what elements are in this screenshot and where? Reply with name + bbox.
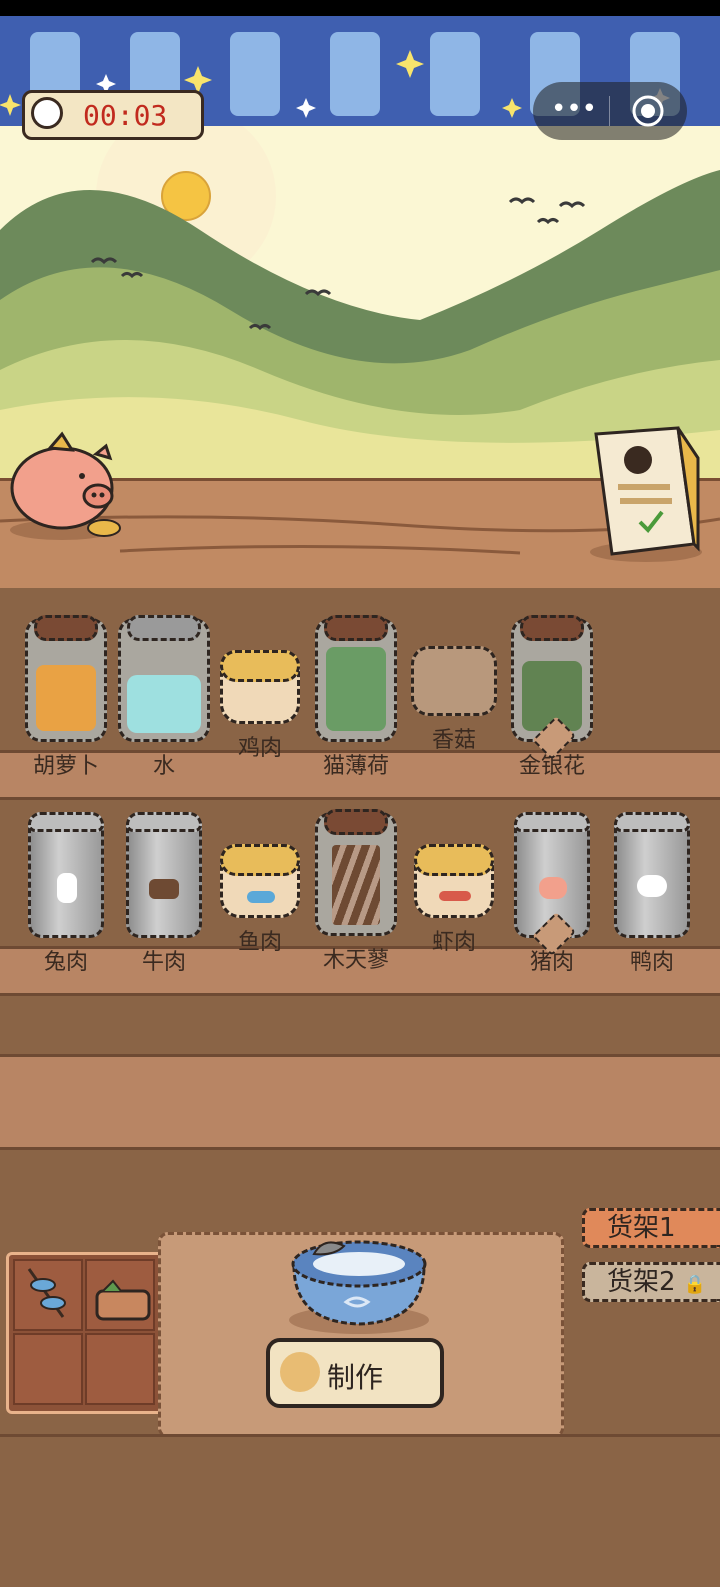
ingredient-label: 水: [152, 754, 175, 779]
ingredient-label: 鸡肉: [237, 736, 282, 761]
ingredient-tray[interactable]: [6, 1252, 164, 1414]
ingredient-label: 兔肉: [43, 950, 88, 975]
tab-shelf-2[interactable]: 货架2 🔒: [582, 1262, 720, 1302]
mini-program-capsule: •••: [533, 82, 687, 140]
ingredient-carrot[interactable]: 胡萝卜: [18, 615, 114, 780]
ingredient-honeysuckle[interactable]: 金银花: [504, 615, 600, 780]
ingredient-label: 鱼肉: [237, 930, 282, 955]
ingredient-duck[interactable]: 鸭肉: [604, 812, 700, 976]
tofu-icon: [93, 1277, 153, 1325]
ingredient-mushroom[interactable]: 香菇: [406, 618, 502, 754]
pork-can-icon: [514, 812, 590, 956]
ingredient-rabbit[interactable]: 兔肉: [18, 812, 114, 976]
duck-can-icon: [614, 812, 690, 938]
fish-tin-icon: [220, 844, 300, 918]
make-button-label: 制作: [326, 1361, 383, 1394]
rabbit-can-icon: [28, 812, 104, 938]
catnip-jar-icon: [315, 615, 397, 742]
timer-value: 00:03: [83, 99, 168, 132]
ingredient-label: 虾肉: [431, 930, 476, 955]
status-bar: [0, 0, 720, 16]
ingredient-catnip[interactable]: 猫薄荷: [308, 615, 404, 780]
floor: [0, 1434, 720, 1587]
ingredient-chicken[interactable]: 鸡肉: [212, 618, 308, 762]
honeysuckle-jar-icon: [511, 615, 593, 760]
ingredient-label: 香菇: [431, 728, 476, 753]
silvervine-jar-icon: [315, 809, 397, 936]
shrimp-tin-icon: [414, 844, 494, 918]
ingredient-label: 胡萝卜: [32, 754, 99, 779]
ingredient-pork[interactable]: 猪肉: [504, 812, 600, 976]
ingredient-label: 猫薄荷: [322, 754, 389, 779]
lock-icon: 🔒: [683, 1274, 707, 1295]
piggy-bank[interactable]: [6, 424, 124, 544]
tray-slot[interactable]: [13, 1333, 83, 1405]
calendar-board[interactable]: [586, 418, 704, 568]
make-button[interactable]: 制作: [266, 1338, 444, 1408]
tab-shelf-1[interactable]: 货架1: [582, 1208, 720, 1248]
fish-skewer-icon: [23, 1265, 67, 1321]
mushroom-pile-icon: [411, 646, 497, 716]
ingredient-fish[interactable]: 鱼肉: [212, 812, 308, 956]
chicken-tin-icon: [220, 650, 300, 724]
ingredient-shrimp[interactable]: 虾肉: [406, 812, 502, 956]
more-dots-icon[interactable]: •••: [549, 96, 599, 124]
game-timer: 00:03: [22, 90, 204, 140]
ingredient-water[interactable]: 水: [116, 615, 212, 780]
ingredient-label: 木天蓼: [322, 948, 389, 973]
ingredient-label: 鸭肉: [629, 950, 674, 975]
carrot-jar-icon: [25, 615, 107, 742]
shelf-plank-3: [0, 1054, 720, 1150]
capsule-divider: [609, 96, 610, 126]
food-bowl[interactable]: [284, 1226, 434, 1338]
water-jar-icon: [118, 615, 210, 742]
beef-can-icon: [126, 812, 202, 938]
ingredient-beef[interactable]: 牛肉: [116, 812, 212, 976]
ingredient-silvervine[interactable]: 木天蓼: [308, 809, 404, 974]
target-circle-icon[interactable]: [631, 94, 665, 128]
tray-slot[interactable]: [85, 1333, 155, 1405]
ingredient-label: 牛肉: [141, 950, 186, 975]
tab-label: 货架2: [607, 1267, 676, 1297]
clock-icon: [31, 97, 63, 129]
